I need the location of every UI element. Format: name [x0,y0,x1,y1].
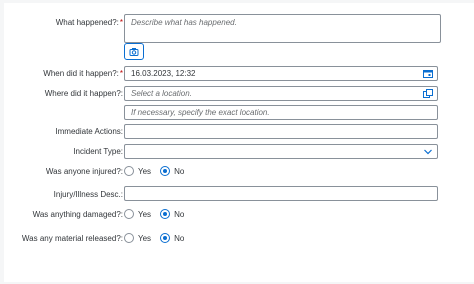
injured-no-option[interactable]: No [160,166,184,176]
damaged-no-option[interactable]: No [160,209,184,219]
option-label: Yes [138,209,152,219]
immediate-actions-label: Immediate Actions: [55,127,123,136]
radio-button[interactable] [160,209,171,219]
what-happened-label: What happened?:* [55,18,123,27]
where-location-input[interactable]: Select a location. [124,86,438,101]
option-label: No [174,233,185,243]
when-label: When did it happen?:* [43,69,123,78]
immediate-actions-input[interactable] [124,124,438,139]
damaged-label: Was anything damaged?: [32,210,123,219]
camera-icon [129,47,139,59]
damaged-radio-group: Yes No [124,209,189,219]
radio-button[interactable] [160,233,171,243]
required-marker: * [119,69,123,78]
option-label: No [174,166,185,176]
option-label: Yes [138,233,152,243]
exact-location-placeholder: If necessary, specify the exact location… [131,108,270,117]
material-released-no-option[interactable]: No [160,233,184,243]
radio-button[interactable] [124,209,134,219]
radio-button[interactable] [124,166,134,176]
exact-location-input[interactable]: If necessary, specify the exact location… [124,105,438,120]
required-marker: * [119,18,123,27]
where-label: Where did it happen?: [44,89,123,98]
where-placeholder: Select a location. [131,89,192,98]
injured-yes-option[interactable]: Yes [124,166,151,176]
material-released-label: Was any material released?: [21,234,123,243]
material-released-radio-group: Yes No [124,233,189,243]
option-label: Yes [138,166,152,176]
option-label: No [174,209,185,219]
damaged-yes-option[interactable]: Yes [124,209,151,219]
radio-button[interactable] [160,166,171,176]
when-value: 16.03.2023, 12:32 [131,69,196,78]
calendar-icon[interactable] [423,69,433,78]
material-released-yes-option[interactable]: Yes [124,233,151,243]
injured-label: Was anyone injured?: [45,167,123,176]
attach-photo-button[interactable] [124,43,144,60]
chevron-down-icon[interactable] [423,147,433,156]
incident-type-label: Incident Type: [73,147,123,156]
value-help-icon[interactable] [423,89,433,98]
injury-desc-input[interactable] [124,186,438,201]
incident-type-select[interactable] [124,144,438,159]
radio-button[interactable] [124,233,134,243]
injured-radio-group: Yes No [124,166,189,176]
what-happened-textarea[interactable]: Describe what has happened. [124,14,441,43]
injury-desc-label: Injury/Illness Desc.: [53,190,123,199]
what-happened-placeholder: Describe what has happened. [131,18,237,27]
when-datetime-input[interactable]: 16.03.2023, 12:32 [124,66,438,81]
